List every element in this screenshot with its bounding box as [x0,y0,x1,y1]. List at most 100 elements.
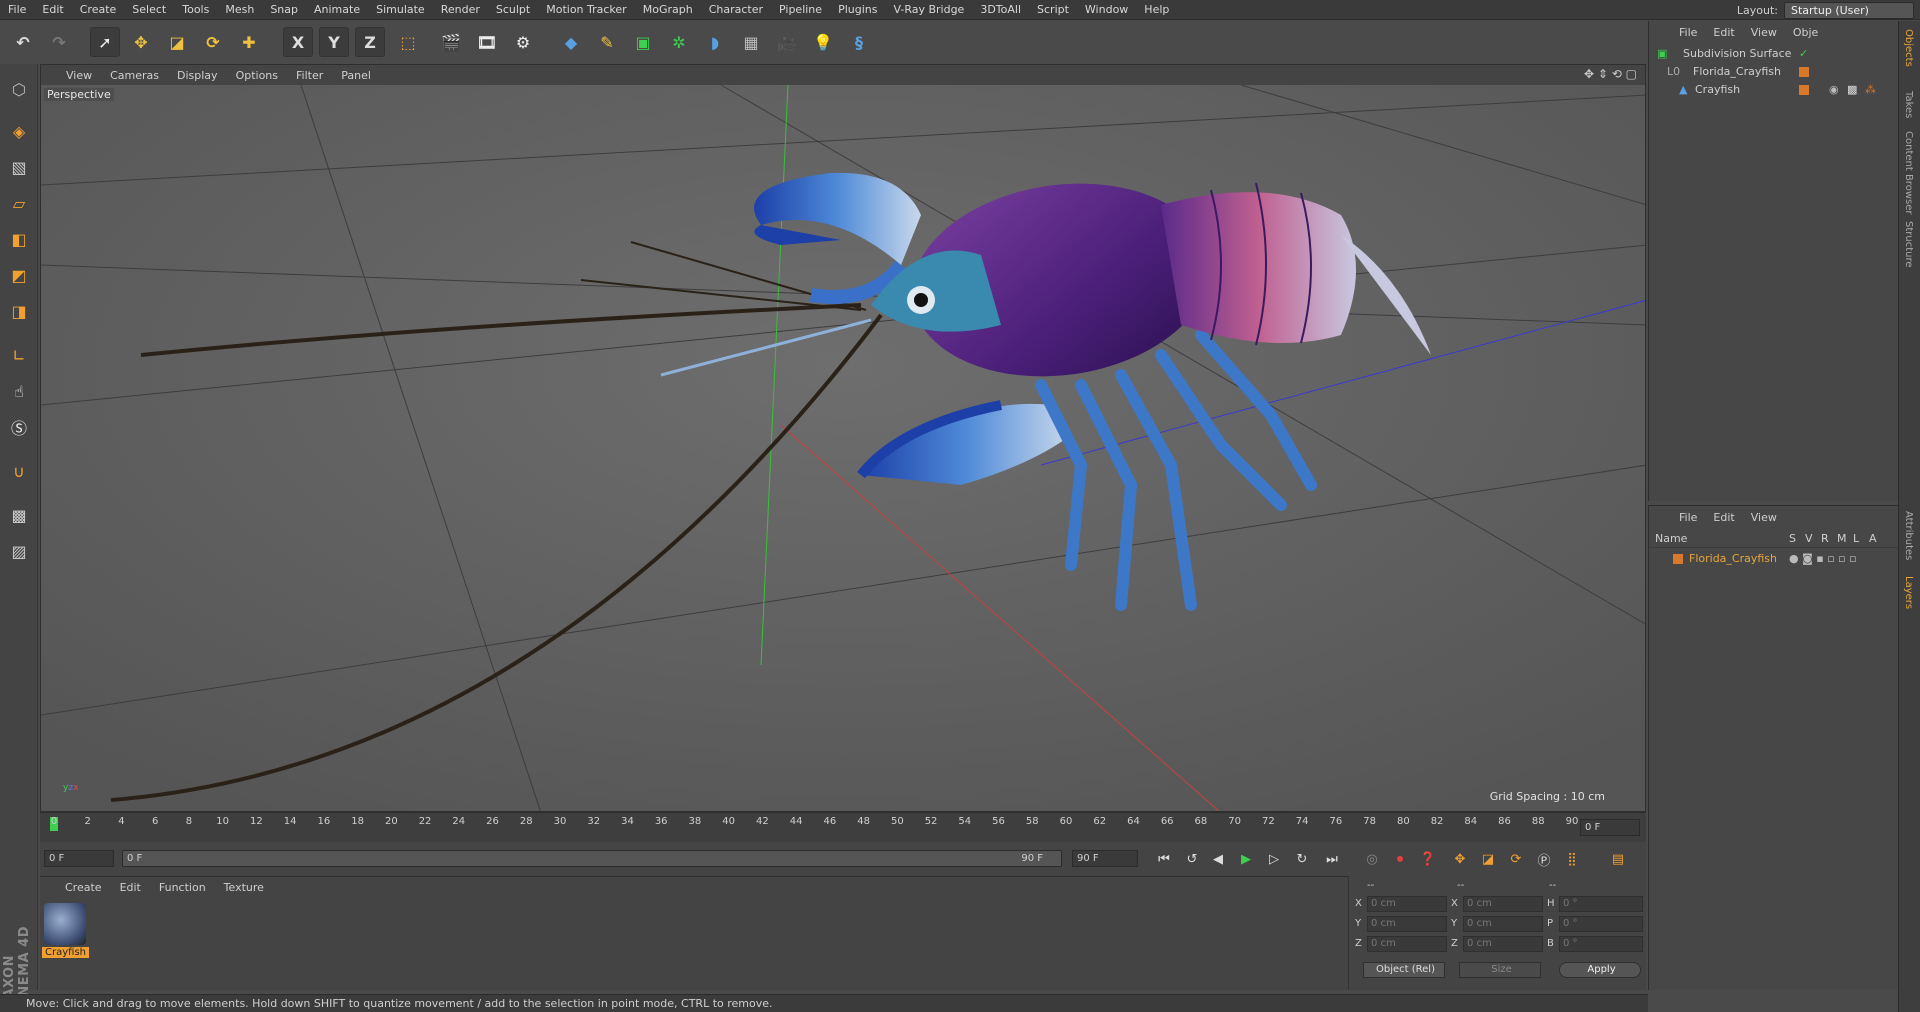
pos-y-field[interactable]: 0 cm [1367,916,1447,932]
selection-tool-icon[interactable]: ➚ [90,27,120,57]
camera-icon[interactable]: 🎥 [772,27,802,57]
material-menu-create[interactable]: Create [56,881,111,894]
layer-menu-edit[interactable]: Edit [1705,511,1742,524]
subdivision-icon[interactable]: ▣ [628,27,658,57]
object-row-florida-crayfish[interactable]: L0 Florida_Crayfish [1649,63,1898,81]
menu-simulate[interactable]: Simulate [368,0,433,20]
texture-tag-icon[interactable]: ◉ [1829,81,1839,99]
next-frame-icon[interactable]: ▷ [1262,848,1286,870]
end-frame-field[interactable]: 90 F [1072,850,1138,867]
current-frame-field[interactable]: 0 F [1580,819,1640,836]
viewport-menu-display[interactable]: Display [168,69,227,82]
size-x-field[interactable]: 0 cm [1463,896,1543,912]
checker-tag-icon[interactable]: ▩ [1847,81,1857,99]
object-menu-objects[interactable]: Obje [1785,26,1826,39]
magnet-icon[interactable]: ∪ [4,456,34,486]
goto-end-icon[interactable]: ⏭ [1320,848,1344,870]
size-y-field[interactable]: 0 cm [1463,916,1543,932]
rot-p-field[interactable]: 0 ° [1559,916,1643,932]
menu-edit[interactable]: Edit [34,0,71,20]
model-mode-icon[interactable]: ◈ [4,116,34,146]
menu-mograph[interactable]: MoGraph [635,0,701,20]
material-thumbnail[interactable] [44,903,86,945]
key-position-icon[interactable]: ✥ [1448,848,1472,870]
material-menu-function[interactable]: Function [150,881,215,894]
layer-color-swatch[interactable] [1673,554,1683,564]
floor-icon[interactable]: ▦ [736,27,766,57]
menu-motion-tracker[interactable]: Motion Tracker [538,0,634,20]
menu-create[interactable]: Create [72,0,125,20]
key-parameter-icon[interactable]: Ⓟ [1532,848,1556,870]
viewport-nav-icons[interactable]: ✥ ⇕ ⟲ ▢ [1584,67,1637,81]
light-icon[interactable]: 💡 [808,27,838,57]
lock-workplane-icon[interactable]: ▩ [4,500,34,530]
tab-attributes[interactable]: Attributes [1903,511,1914,560]
record-icon[interactable]: ⏺ [1388,848,1412,870]
keyframe-selection-icon[interactable]: ◎ [1360,848,1384,870]
previous-key-icon[interactable]: ↺ [1180,848,1204,870]
key-pla-icon[interactable]: ⣿ [1560,848,1584,870]
object-menu-file[interactable]: File [1671,26,1705,39]
menu-render[interactable]: Render [433,0,488,20]
menu-3dtoall[interactable]: 3DToAll [972,0,1029,20]
viewport[interactable]: View Cameras Display Options Filter Pane… [40,64,1646,812]
rot-h-field[interactable]: 0 ° [1559,896,1643,912]
menu-pipeline[interactable]: Pipeline [771,0,830,20]
key-rotation-icon[interactable]: ⟳ [1504,848,1528,870]
play-icon[interactable]: ▶ [1234,848,1258,870]
menu-vray-bridge[interactable]: V-Ray Bridge [885,0,972,20]
render-settings-icon[interactable]: ⚙ [508,27,538,57]
menu-plugins[interactable]: Plugins [830,0,885,20]
apply-button[interactable]: Apply [1559,962,1641,978]
layout-dropdown[interactable]: Startup (User) [1784,1,1914,19]
previous-frame-icon[interactable]: ◀ [1206,848,1230,870]
autokey-icon[interactable]: ❓ [1416,848,1440,870]
key-scale-icon[interactable]: ◪ [1476,848,1500,870]
pos-z-field[interactable]: 0 cm [1367,936,1447,952]
menu-window[interactable]: Window [1077,0,1136,20]
size-mode-select[interactable]: Size [1459,962,1541,978]
cube-object-icon[interactable]: ◆ [556,27,586,57]
enabled-check-icon[interactable]: ✓ [1799,45,1808,63]
python-icon[interactable]: § [844,27,874,57]
menu-file[interactable]: File [0,0,34,20]
timeline-window-icon[interactable]: ▤ [1606,848,1630,870]
z-axis-lock-button[interactable]: Z [355,27,385,57]
menu-sculpt[interactable]: Sculpt [488,0,538,20]
tab-content-browser[interactable]: Content Browser [1903,131,1914,214]
phong-tag-icon[interactable]: ⁂ [1865,81,1876,99]
viewport-menu-view[interactable]: View [57,69,101,82]
redo-icon[interactable]: ↷ [44,27,74,57]
points-mode-icon[interactable]: ◧ [4,224,34,254]
menu-script[interactable]: Script [1029,0,1077,20]
object-menu-edit[interactable]: Edit [1705,26,1742,39]
undo-icon[interactable]: ↶ [8,27,38,57]
tab-takes[interactable]: Takes [1903,91,1914,118]
workplane-icon[interactable]: ▱ [4,188,34,218]
menu-snap[interactable]: Snap [262,0,306,20]
next-key-icon[interactable]: ↻ [1290,848,1314,870]
cloner-icon[interactable]: ✲ [664,27,694,57]
y-axis-lock-button[interactable]: Y [319,27,349,57]
pen-spline-icon[interactable]: ✎ [592,27,622,57]
coordinate-mode-select[interactable]: Object (Rel) [1363,962,1445,978]
render-view-icon[interactable]: 🎬 [436,27,466,57]
texture-mode-icon[interactable]: ▧ [4,152,34,182]
menu-help[interactable]: Help [1136,0,1177,20]
tab-structure[interactable]: Structure [1903,221,1914,268]
edges-mode-icon[interactable]: ◩ [4,260,34,290]
polygons-mode-icon[interactable]: ◨ [4,296,34,326]
tab-objects[interactable]: Objects [1903,29,1914,67]
make-editable-icon[interactable]: ⬡ [4,74,34,104]
pos-x-field[interactable]: 0 cm [1367,896,1447,912]
goto-start-icon[interactable]: ⏮ [1152,848,1176,870]
menu-select[interactable]: Select [124,0,174,20]
object-row-subdivision[interactable]: ▣ Subdivision Surface ✓ [1649,45,1898,63]
object-menu-view[interactable]: View [1743,26,1785,39]
menu-mesh[interactable]: Mesh [217,0,262,20]
viewport-menu-options[interactable]: Options [227,69,287,82]
move-tool-icon[interactable]: ✥ [126,27,156,57]
timeline-ruler[interactable]: 0 2 4 6 8 10 12 14 16 18 20 22 24 26 28 30 32 34 36 38 40 42 4… [40,812,1646,842]
object-row-crayfish[interactable]: ▲ Crayfish ◉ ▩ ⁂ [1649,81,1898,99]
rot-b-field[interactable]: 0 ° [1559,936,1643,952]
